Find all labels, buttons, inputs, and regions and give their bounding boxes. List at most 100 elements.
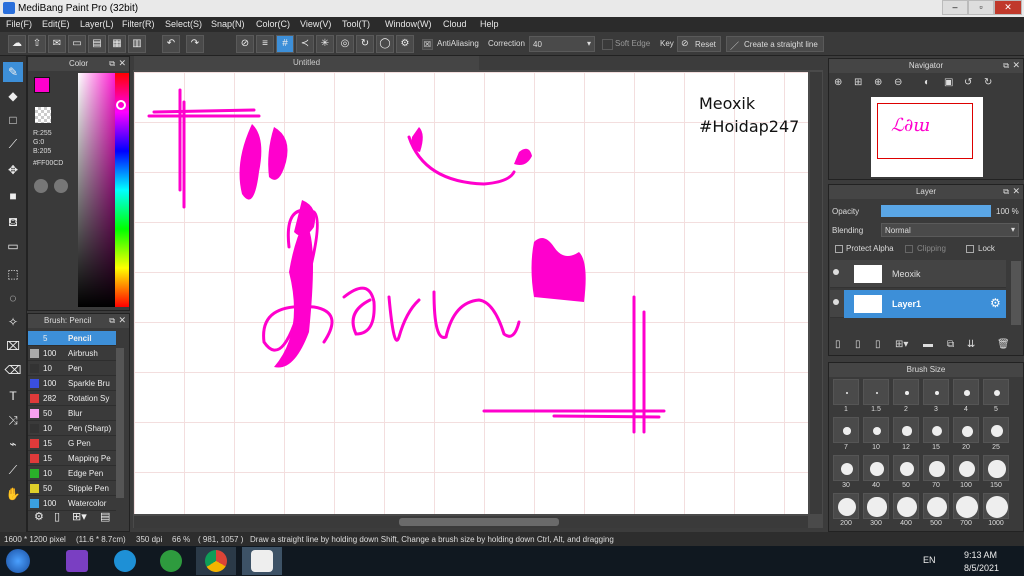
menu-color[interactable]: Color(C) [256,19,290,29]
coccoc-icon[interactable] [160,550,182,572]
menu-window[interactable]: Window(W) [385,19,432,29]
rotate-icon[interactable]: ◐ [924,77,930,88]
new-layer-2-icon[interactable]: ▯ [855,339,861,350]
maximize-button[interactable]: ▫ [968,0,994,15]
perspective-snap-icon[interactable]: ≺ [296,35,314,53]
navigator-preview[interactable]: ℒ∂ɯ [871,97,983,177]
share-icon[interactable]: ⇧ [28,35,46,53]
document-icon[interactable]: ▤ [88,35,106,53]
undo-icon[interactable]: ↶ [162,35,180,53]
brush-row[interactable]: 15 Mapping Pe [28,451,116,466]
brush-size-cell[interactable] [893,417,919,443]
circle-snap-icon[interactable]: ◎ [336,35,354,53]
scroll-thumb[interactable] [399,518,559,526]
close-icon[interactable]: ✕ [1012,60,1020,71]
hand-tool-icon[interactable]: ✋ [3,484,23,504]
brush-size-cell[interactable] [923,493,949,519]
popout-icon[interactable]: ⧉ [109,59,115,69]
cloud-icon[interactable]: ☁ [8,35,26,53]
menu-cloud[interactable]: Cloud [443,19,467,29]
move-tool-icon[interactable]: ✥ [3,160,23,180]
correction-select[interactable]: 40 ▾ [529,36,595,52]
menu-file[interactable]: File(F) [6,19,32,29]
blending-select[interactable]: Normal ▾ [881,223,1019,237]
visual-studio-icon[interactable] [66,550,88,572]
soft-edge-checkbox[interactable] [602,39,613,50]
close-icon[interactable]: ✕ [118,315,126,326]
brush-size-cell[interactable] [833,379,859,405]
select-rect-icon[interactable]: ⬚ [3,264,23,284]
magic-wand-icon[interactable]: ✧ [3,312,23,332]
layer-row[interactable]: Meoxik [830,260,1006,288]
brush-size-cell[interactable] [923,455,949,481]
brush-row[interactable]: 5 Pencil [28,331,116,346]
eraser-tool-icon[interactable]: ◆ [3,86,23,106]
fill-rect-tool-icon[interactable]: ■ [3,186,23,206]
bucket-tool-icon[interactable]: ⛾ [3,212,23,232]
eye-icon[interactable] [833,269,839,275]
rotate-left-icon[interactable]: ↺ [964,77,972,88]
brush-size-cell[interactable] [983,417,1009,443]
menu-edit[interactable]: Edit(E) [42,19,70,29]
brush-size-cell[interactable] [923,417,949,443]
delete-icon[interactable]: 🗑 [997,339,1010,350]
brush-size-cell[interactable] [983,493,1009,519]
grid-doc-icon[interactable]: ▦ [108,35,126,53]
text-tool-icon[interactable]: T [3,386,23,406]
palette-icon[interactable] [34,179,48,193]
brush-size-cell[interactable] [863,493,889,519]
zoom-fit-icon[interactable]: ⊞ [854,77,862,88]
eyedropper-2-icon[interactable]: ⟋ [3,460,23,480]
brush-row[interactable]: 100 Sparkle Bru [28,376,116,391]
brush-row[interactable]: 100 Watercolor [28,496,116,511]
clock-time[interactable]: 9:13 AM [964,550,997,560]
menu-snap[interactable]: Snap(N) [211,19,245,29]
hue-handle[interactable] [116,100,126,110]
zoom-out-icon[interactable]: ⊖ [894,77,902,88]
brush-tool-icon[interactable]: ✎ [3,62,23,82]
brush-settings-icon[interactable]: ⚙ [34,510,48,524]
curve-snap-icon[interactable]: ↻ [356,35,374,53]
reset-button[interactable]: ⊘ Reset [677,36,721,52]
horizontal-scrollbar[interactable] [134,516,808,528]
menu-help[interactable]: Help [480,19,499,29]
canvas-tab[interactable]: Untitled [134,56,479,70]
clock-date[interactable]: 8/5/2021 [964,563,999,573]
redo-icon[interactable]: ↷ [186,35,204,53]
menu-layer[interactable]: Layer(L) [80,19,114,29]
zoom-actual-icon[interactable]: ⊕ [874,77,882,88]
brush-size-cell[interactable] [863,455,889,481]
brush-row[interactable]: 282 Rotation Sy [28,391,116,406]
brush-size-cell[interactable] [863,379,889,405]
layer-row[interactable]: Layer1 ⚙ [830,290,1006,318]
brush-row[interactable]: 10 Pen [28,361,116,376]
popout-icon[interactable]: ⧉ [1003,61,1009,71]
canvas-paper[interactable]: Meoxik #Hoidap247 [134,72,808,514]
antialiasing-checkbox[interactable]: ☒ [422,39,433,50]
grid-snap-icon[interactable]: # [276,35,294,53]
chrome-taskbar-button[interactable] [196,547,236,575]
brush-size-cell[interactable] [953,455,979,481]
new-layer-icon[interactable]: ▯ [835,339,841,350]
merge-icon[interactable]: ⇊ [967,339,975,350]
ellipse-snap-icon[interactable]: ◯ [376,35,394,53]
straight-line-button[interactable]: ／ Create a straight line [726,36,824,52]
folder-icon[interactable]: ▬ [923,339,933,350]
brush-size-cell[interactable] [893,493,919,519]
settings-icon[interactable]: ⚙ [396,35,414,53]
eye-icon[interactable] [833,299,839,305]
palette-add-icon[interactable] [54,179,68,193]
saturation-box[interactable] [78,73,120,307]
medibang-taskbar-button[interactable] [242,547,282,575]
brush-size-cell[interactable] [923,379,949,405]
language-indicator[interactable]: EN [923,555,936,565]
brush-row[interactable]: 10 Edge Pen [28,466,116,481]
brush-list-icon[interactable]: ▤ [100,510,114,524]
opacity-slider[interactable] [881,205,991,217]
eyedropper-icon[interactable]: ⌁ [3,434,23,454]
brush-size-cell[interactable] [953,417,979,443]
rotate-right-icon[interactable]: ↻ [984,77,992,88]
protect-alpha-checkbox[interactable] [835,245,843,253]
menu-view[interactable]: View(V) [300,19,331,29]
brush-size-cell[interactable] [983,455,1009,481]
